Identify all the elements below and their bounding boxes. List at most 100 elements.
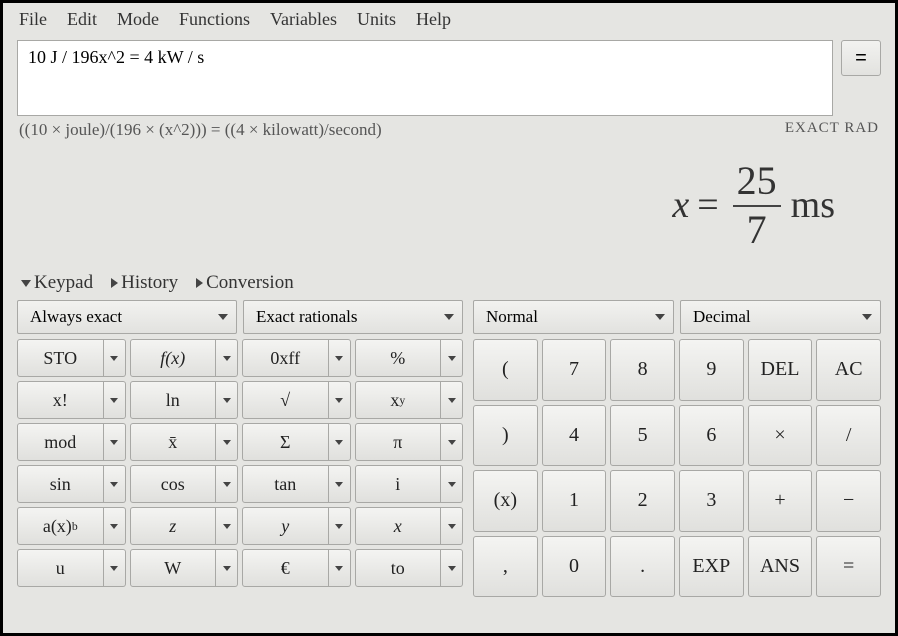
fn-button[interactable]: a(x)b [17,507,104,545]
result-unit: ms [791,183,835,227]
fn-button[interactable]: x̄ [130,423,217,461]
key-button[interactable]: × [748,405,813,467]
key-button[interactable]: , [473,536,538,598]
fn-button-dropdown[interactable] [441,339,463,377]
chevron-down-icon [110,440,118,445]
key-button[interactable]: EXP [679,536,744,598]
fn-button[interactable]: STO [17,339,104,377]
chevron-down-icon [335,440,343,445]
fn-button-dropdown[interactable] [104,507,126,545]
fn-button[interactable]: mod [17,423,104,461]
key-button[interactable]: 8 [610,339,675,401]
fn-button-dropdown[interactable] [104,549,126,587]
key-button[interactable]: 7 [542,339,607,401]
fn-button-dropdown[interactable] [329,549,351,587]
evaluate-button[interactable]: = [841,40,881,76]
chevron-down-icon [223,398,231,403]
fraction-numerator: 25 [733,161,781,207]
chevron-down-icon [335,356,343,361]
fn-button-dropdown[interactable] [441,465,463,503]
fn-button-dropdown[interactable] [441,507,463,545]
key-button[interactable]: . [610,536,675,598]
fn-button-dropdown[interactable] [104,339,126,377]
key-button[interactable]: 6 [679,405,744,467]
fn-button-dropdown[interactable] [441,381,463,419]
display-mode-combo[interactable]: Normal [473,300,674,334]
tab-history[interactable]: History [111,272,178,294]
key-button[interactable]: AC [816,339,881,401]
fn-button-dropdown[interactable] [216,423,238,461]
key-button[interactable]: 4 [542,405,607,467]
key-button[interactable]: 9 [679,339,744,401]
fn-button[interactable]: u [17,549,104,587]
expression-input[interactable]: 10 J / 196x^2 = 4 kW / s [17,40,833,116]
fn-button-dropdown[interactable] [329,381,351,419]
fn-button[interactable]: % [355,339,442,377]
left-combo-row: Always exact Exact rationals [17,300,463,334]
fn-button-dropdown[interactable] [329,465,351,503]
menu-edit[interactable]: Edit [57,7,107,32]
menu-variables[interactable]: Variables [260,7,347,32]
fn-button-dropdown[interactable] [329,339,351,377]
key-button[interactable]: − [816,470,881,532]
fn-button[interactable]: € [242,549,329,587]
fn-button[interactable]: cos [130,465,217,503]
fn-button[interactable]: Σ [242,423,329,461]
number-format-combo[interactable]: Decimal [680,300,881,334]
fn-button[interactable]: 0xff [242,339,329,377]
fn-button-dropdown[interactable] [216,507,238,545]
fn-button-dropdown[interactable] [216,465,238,503]
key-button[interactable]: 2 [610,470,675,532]
fn-button[interactable]: √ [242,381,329,419]
menu-file[interactable]: File [9,7,57,32]
fn-button-dropdown[interactable] [329,507,351,545]
key-button[interactable]: = [816,536,881,598]
menu-help[interactable]: Help [406,7,461,32]
chevron-down-icon [655,314,665,320]
fn-button[interactable]: to [355,549,442,587]
rational-mode-combo[interactable]: Exact rationals [243,300,463,334]
tab-keypad[interactable]: Keypad [21,272,93,294]
fn-button[interactable]: y [242,507,329,545]
fn-button[interactable]: ln [130,381,217,419]
menu-functions[interactable]: Functions [169,7,260,32]
key-button[interactable]: 3 [679,470,744,532]
fn-button[interactable]: sin [17,465,104,503]
fn-button[interactable]: f(x) [130,339,217,377]
fn-button-dropdown[interactable] [216,549,238,587]
fn-button-dropdown[interactable] [441,423,463,461]
chevron-down-icon [110,356,118,361]
fn-button[interactable]: W [130,549,217,587]
fn-button[interactable]: z [130,507,217,545]
chevron-down-icon [335,482,343,487]
key-button[interactable]: 0 [542,536,607,598]
fn-button-dropdown[interactable] [329,423,351,461]
key-button[interactable]: ) [473,405,538,467]
fn-button[interactable]: i [355,465,442,503]
exact-mode-combo[interactable]: Always exact [17,300,237,334]
fn-button-dropdown[interactable] [216,339,238,377]
fn-button-dropdown[interactable] [216,381,238,419]
fn-button-dropdown[interactable] [104,423,126,461]
menu-units[interactable]: Units [347,7,406,32]
key-button[interactable]: ANS [748,536,813,598]
menu-mode[interactable]: Mode [107,7,169,32]
fn-button[interactable]: tan [242,465,329,503]
fn-button[interactable]: x [355,507,442,545]
key-button[interactable]: + [748,470,813,532]
fn-button-dropdown[interactable] [104,381,126,419]
fn-button[interactable]: xy [355,381,442,419]
fn-button-dropdown[interactable] [441,549,463,587]
key-button[interactable]: / [816,405,881,467]
fn-button-dropdown[interactable] [104,465,126,503]
tab-conversion[interactable]: Conversion [196,272,294,294]
fn-button[interactable]: x! [17,381,104,419]
key-button[interactable]: DEL [748,339,813,401]
parsed-expression: ((10 × joule)/(196 × (x^2))) = ((4 × kil… [19,120,382,140]
key-button[interactable]: (x) [473,470,538,532]
key-button[interactable]: 1 [542,470,607,532]
numeric-keypad: (789DELAC)456×/ (x)123+−,0.EXPANS= [473,339,881,597]
key-button[interactable]: 5 [610,405,675,467]
key-button[interactable]: ( [473,339,538,401]
fn-button[interactable]: π [355,423,442,461]
